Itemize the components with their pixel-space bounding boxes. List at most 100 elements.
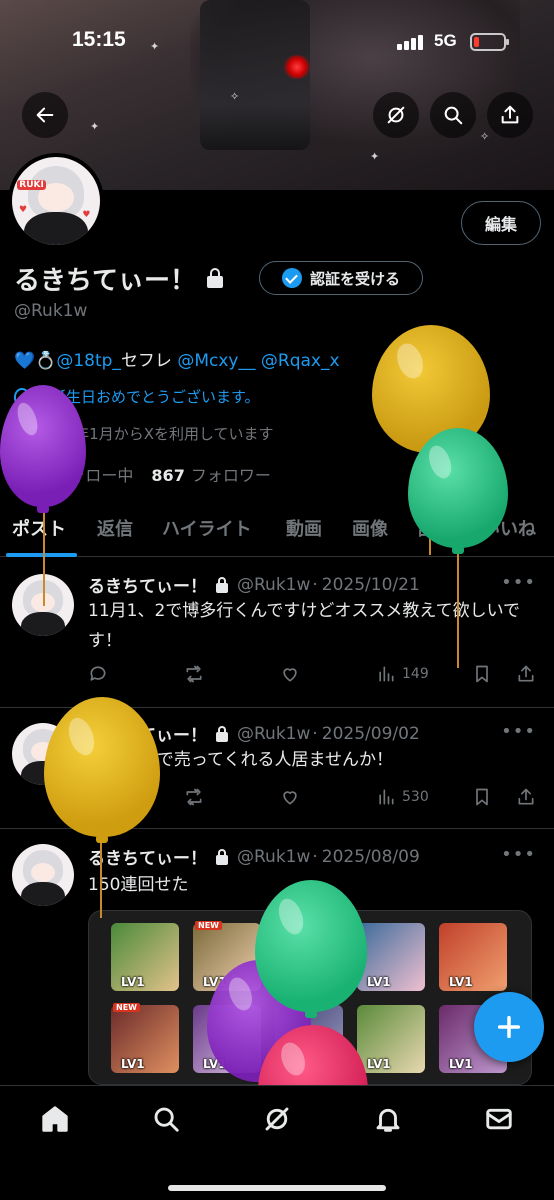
get-verified-button[interactable]: 認証を受ける [259, 261, 423, 295]
profile-avatar[interactable]: RUKI ♥ ♥ [8, 153, 104, 249]
views-button[interactable]: 530 [376, 787, 429, 807]
views-icon [379, 789, 394, 805]
bio-emoji: 💙💍 [14, 351, 57, 371]
name-row: るきちてぃー！ [14, 258, 224, 298]
like-icon [283, 668, 297, 682]
like-button[interactable] [280, 787, 300, 807]
sparkle-icon: ✧ [230, 90, 240, 103]
bookmark-button[interactable] [472, 787, 492, 807]
post-date: 2025/08/09 [321, 846, 420, 867]
search-icon [444, 106, 463, 125]
tab-posts[interactable]: ポスト [12, 515, 66, 541]
balloon-string [43, 506, 45, 606]
post-handle: @Ruk1w [237, 574, 311, 595]
nav-search[interactable] [149, 1102, 183, 1136]
profile-handle: @Ruk1w [14, 301, 88, 321]
post-author-name: るきちてぃー！ [88, 849, 207, 869]
display-name: るきちてぃー！ [14, 265, 197, 296]
like-icon [283, 791, 297, 805]
post-handle: @Ruk1w [237, 846, 311, 867]
green-balloon [408, 428, 508, 554]
bookmark-icon [476, 665, 488, 683]
nav-messages[interactable] [482, 1102, 516, 1136]
messages-icon [486, 1108, 512, 1130]
post-handle: @Ruk1w [237, 723, 311, 744]
nav-notifications[interactable] [371, 1102, 405, 1136]
notifications-icon [376, 1108, 400, 1132]
repost-button[interactable] [184, 664, 204, 684]
post[interactable]: るきちてぃー！ @Ruk1w · 2025/10/21 ••• 11月1、2で博多… [0, 558, 554, 708]
signal-icon [397, 34, 427, 50]
post-text: 11月1、2で博多行くんですけどオススメ教えて欲しいです！ [88, 601, 521, 651]
game-card: NEW LV1 [111, 1003, 179, 1073]
post-date: 2025/10/21 [321, 574, 420, 595]
plus-icon [497, 1015, 521, 1039]
post-actions: 149 [88, 664, 548, 688]
home-indicator [168, 1185, 386, 1191]
post-header: るきちてぃー！ @Ruk1w · 2025/08/09 [88, 844, 420, 870]
tab-photos[interactable]: 画像 [352, 515, 388, 541]
nav-home[interactable] [38, 1102, 72, 1136]
reply-button[interactable] [88, 664, 108, 684]
repost-icon [186, 788, 202, 806]
bio-mention[interactable]: @18tp_ [56, 351, 121, 371]
share-icon [518, 788, 534, 805]
sparkle-icon: ✦ [370, 150, 380, 163]
avatar-tag: RUKI [17, 179, 46, 190]
purple-balloon [0, 385, 86, 513]
balloon-string [457, 548, 459, 668]
repost-button[interactable] [184, 787, 204, 807]
more-options-icon[interactable]: ••• [501, 721, 536, 742]
lock-icon [206, 268, 224, 288]
network-type: 5G [434, 31, 457, 50]
views-count: 149 [402, 666, 429, 682]
edit-profile-button[interactable]: 編集 [461, 201, 541, 245]
bottom-navigation [0, 1085, 554, 1200]
bio-mention[interactable]: @Mcxy__ [177, 351, 255, 371]
back-button[interactable] [22, 92, 68, 138]
active-tab-indicator [6, 553, 77, 557]
search-button[interactable] [430, 92, 476, 138]
post-avatar[interactable] [12, 844, 74, 906]
bookmark-button[interactable] [472, 664, 492, 684]
bio-mention[interactable]: @Rqax_x [261, 351, 340, 371]
more-options-icon[interactable]: ••• [501, 572, 536, 593]
tab-replies[interactable]: 返信 [97, 515, 133, 541]
balloon-string [100, 838, 102, 918]
status-bar: 15:15 5G [0, 22, 554, 62]
views-button[interactable]: 149 [376, 664, 429, 684]
like-button[interactable] [280, 664, 300, 684]
grok-button[interactable] [373, 92, 419, 138]
share-post-button[interactable] [516, 787, 536, 807]
post-author-name: るきちてぃー！ [88, 577, 207, 597]
battery-icon [470, 33, 509, 51]
game-card: LV1 [111, 923, 179, 991]
followers-count: 867 [151, 466, 185, 485]
share-button[interactable] [487, 92, 533, 138]
status-time: 15:15 [72, 28, 126, 51]
back-arrow-icon [36, 107, 54, 123]
sparkle-icon: ✦ [90, 120, 100, 133]
share-icon [518, 665, 534, 682]
profile-bio: 💙💍@18tp_セフレ @Mcxy__ @Rqax_x [14, 346, 340, 371]
sparkle-icon: ✧ [480, 130, 490, 143]
share-post-button[interactable] [516, 664, 536, 684]
more-options-icon[interactable]: ••• [501, 844, 536, 865]
nav-grok[interactable] [260, 1102, 294, 1136]
home-icon [42, 1106, 68, 1132]
grok-icon [265, 1107, 289, 1131]
search-icon [154, 1107, 179, 1132]
game-card: LV1 [357, 923, 425, 991]
tab-highlights[interactable]: ハイライト [162, 515, 252, 541]
game-card: LV1 [439, 923, 507, 991]
game-card: LV1 [357, 1005, 425, 1073]
views-icon [379, 666, 394, 682]
compose-post-button[interactable] [474, 992, 544, 1062]
bookmark-icon [476, 788, 488, 806]
bio-text: セフレ [120, 351, 172, 371]
tab-videos[interactable]: 動画 [286, 515, 322, 541]
followers-link[interactable]: 867 フォロワー [151, 462, 270, 486]
share-icon [501, 105, 519, 124]
verified-badge-icon [281, 268, 302, 288]
followers-label: フォロワー [190, 466, 271, 485]
